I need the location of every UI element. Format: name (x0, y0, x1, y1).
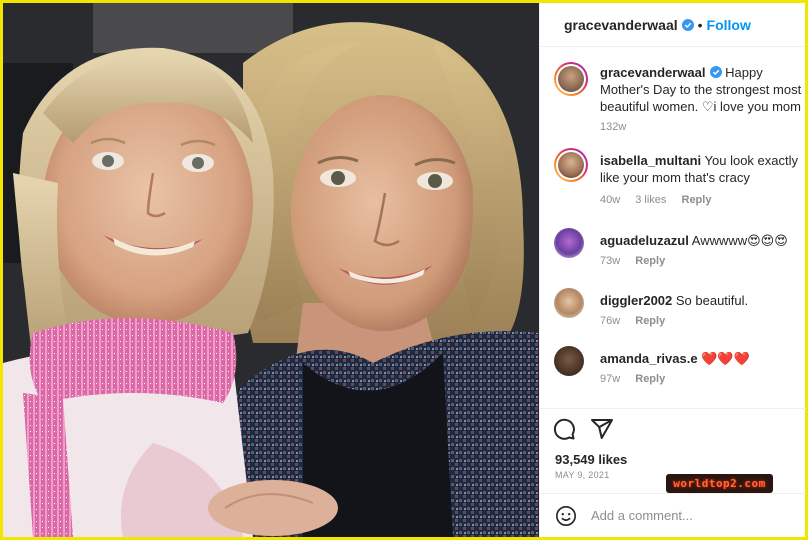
post-date[interactable]: MAY 9, 2021 (555, 470, 610, 480)
comment-time[interactable]: 73w (600, 255, 620, 267)
share-icon[interactable] (590, 417, 614, 441)
comments-list[interactable]: gracevanderwaal Happy Mother's Day to th… (540, 48, 806, 408)
header-separator: • (697, 16, 703, 33)
comment-time[interactable]: 97w (600, 373, 620, 385)
comment-text: ❤️❤️❤️ (697, 351, 750, 366)
comment-username[interactable]: aguadeluzazul (600, 233, 689, 248)
comment-username[interactable]: diggler2002 (600, 293, 672, 308)
header-username[interactable]: gracevanderwaal (564, 17, 678, 33)
post-photo[interactable] (3, 3, 539, 537)
verified-badge-icon (681, 18, 694, 31)
comment-likes[interactable]: 3 likes (635, 194, 666, 206)
reply-button[interactable]: Reply (682, 194, 712, 206)
follow-button[interactable]: Follow (707, 17, 751, 33)
caption-time[interactable]: 132w (600, 121, 626, 133)
add-comment-input[interactable]: Add a comment... (591, 508, 693, 523)
caption-avatar[interactable] (554, 62, 588, 96)
caption-username[interactable]: gracevanderwaal (600, 65, 706, 80)
comment-avatar[interactable] (554, 148, 588, 182)
post-actions: 93,549 likes MAY 9, 2021 (540, 408, 806, 480)
comment-composer: Add a comment... (540, 493, 806, 537)
reply-button[interactable]: Reply (635, 315, 665, 327)
comment-avatar[interactable] (554, 228, 584, 258)
comment-username[interactable]: isabella_multani (600, 153, 701, 168)
comment-text: So beautiful. (672, 293, 749, 308)
comment-username[interactable]: amanda_rivas.e (600, 351, 698, 366)
reply-button[interactable]: Reply (635, 373, 665, 385)
watermark: worldtop2.com (666, 474, 773, 493)
likes-count[interactable]: 93,549 likes (555, 452, 627, 467)
reply-button[interactable]: Reply (635, 255, 665, 267)
comment-text: Awwwww😍😍😍 (688, 233, 788, 248)
post-header: gracevanderwaal • Follow (540, 3, 805, 47)
comment-avatar[interactable] (554, 288, 584, 318)
comment-icon[interactable] (552, 417, 576, 441)
verified-badge-icon (709, 66, 722, 78)
comment-avatar[interactable] (554, 346, 584, 376)
photo-illustration (3, 3, 539, 537)
comment-time[interactable]: 40w (600, 194, 620, 206)
emoji-icon[interactable] (555, 505, 577, 527)
post-side-panel: gracevanderwaal • Follow gracevanderwaal… (539, 3, 806, 537)
comment-time[interactable]: 76w (600, 315, 620, 327)
